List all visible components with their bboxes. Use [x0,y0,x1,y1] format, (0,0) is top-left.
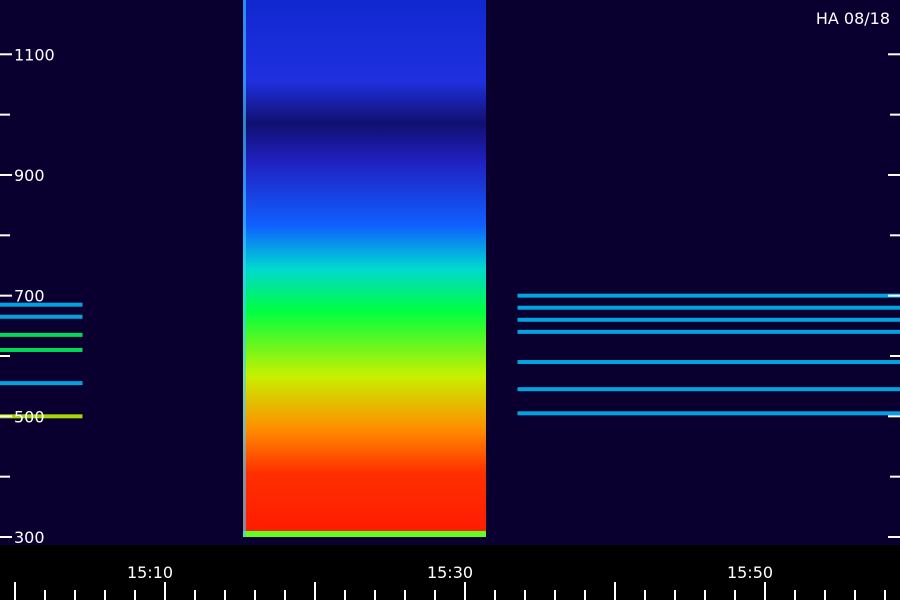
x-tick-label: 15:10 [127,563,173,582]
signal-line [517,329,900,334]
y-tick-label: 1100 [14,45,55,64]
y-tick-label: 500 [14,407,45,426]
y-tick-label: 300 [14,528,45,547]
signal-line [517,360,900,365]
signal-line [0,347,83,352]
y-tick-label: 900 [14,166,45,185]
signal-line [517,317,900,322]
signal-line [517,387,900,392]
y-tick-label: 700 [14,287,45,306]
signal-line [517,293,900,298]
spectrogram-chart: 300 500 700 900 1100 15:10 15:30 15:50 HA 08/1… [0,0,900,600]
station-date-label: HA 08/18 [816,9,890,28]
broadband-burst [243,0,486,537]
x-tick-label: 15:30 [427,563,473,582]
burst-low-edge [243,531,486,537]
signal-line [0,314,83,319]
signal-line [0,332,83,337]
burst-left-edge [243,0,246,537]
x-tick-label: 15:50 [727,563,773,582]
signal-bands-layer [243,0,486,537]
signal-line [0,381,83,386]
signal-line [517,305,900,310]
signal-line [517,411,900,416]
